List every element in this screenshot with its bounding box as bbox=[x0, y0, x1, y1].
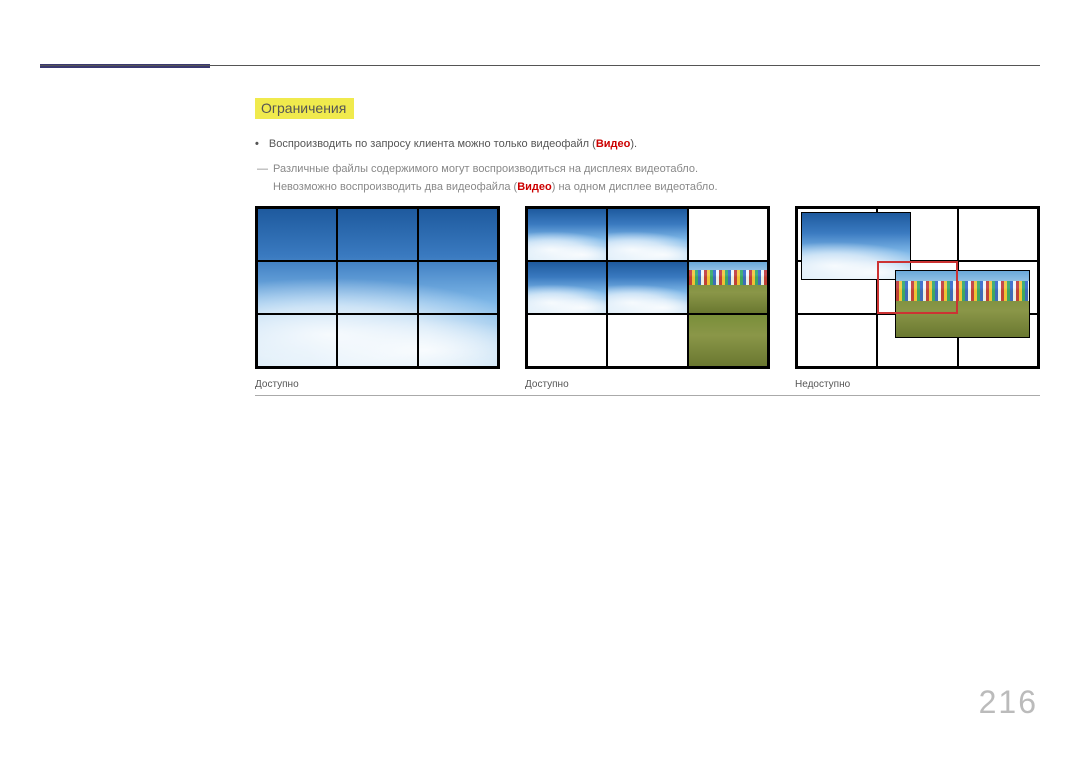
video-cell-full bbox=[257, 208, 498, 367]
video-cell-sky bbox=[607, 261, 687, 314]
cell bbox=[797, 314, 877, 367]
content-block: Ограничения • Воспроизводить по запросу … bbox=[255, 98, 1040, 197]
figure-1: Доступно bbox=[255, 206, 500, 390]
videowall-grid-2 bbox=[525, 206, 770, 369]
figures-row: Доступно Доступно Недоступно bbox=[255, 206, 1040, 390]
note-suffix: ) на одном дисплее видеотабло. bbox=[552, 181, 718, 193]
video-cell-sky bbox=[607, 208, 687, 261]
flags-decoration bbox=[689, 270, 767, 285]
note-line-1: Различные файлы содержимого могут воспро… bbox=[273, 160, 1040, 179]
page-number: 216 bbox=[979, 684, 1038, 721]
body-text: • Воспроизводить по запросу клиента можн… bbox=[255, 135, 1040, 197]
bullet-item: • Воспроизводить по запросу клиента можн… bbox=[255, 135, 1040, 154]
video-cell-grass bbox=[688, 261, 768, 314]
text-suffix: ). bbox=[630, 138, 637, 150]
video-cell-sky bbox=[527, 261, 607, 314]
cell bbox=[958, 208, 1038, 261]
video-cell-sky bbox=[527, 208, 607, 261]
figure-caption: Доступно bbox=[525, 379, 770, 390]
video-cell-grass bbox=[688, 314, 768, 367]
empty-cell bbox=[607, 314, 687, 367]
figure-2: Доступно bbox=[525, 206, 770, 390]
note-block: Различные файлы содержимого могут воспро… bbox=[273, 160, 1040, 197]
conflict-cell bbox=[877, 261, 957, 314]
empty-cell bbox=[688, 208, 768, 261]
videowall-grid-1 bbox=[255, 206, 500, 369]
bullet-text: Воспроизводить по запросу клиента можно … bbox=[269, 135, 637, 154]
text-prefix: Воспроизводить по запросу клиента можно … bbox=[269, 138, 596, 150]
videowall-grid-3 bbox=[795, 206, 1040, 369]
figure-rule bbox=[255, 395, 1040, 396]
section-heading: Ограничения bbox=[255, 98, 354, 119]
figure-caption: Недоступно bbox=[795, 379, 1040, 390]
keyword-video: Видео bbox=[596, 138, 631, 150]
bullet-marker: • bbox=[255, 135, 259, 154]
figure-3: Недоступно bbox=[795, 206, 1040, 390]
note-prefix: Невозможно воспроизводить два видеофайла… bbox=[273, 181, 517, 193]
keyword-video: Видео bbox=[517, 181, 552, 193]
empty-cell bbox=[527, 314, 607, 367]
figure-caption: Доступно bbox=[255, 379, 500, 390]
note-line-2: Невозможно воспроизводить два видеофайла… bbox=[273, 178, 1040, 197]
header-rule bbox=[40, 65, 1040, 66]
